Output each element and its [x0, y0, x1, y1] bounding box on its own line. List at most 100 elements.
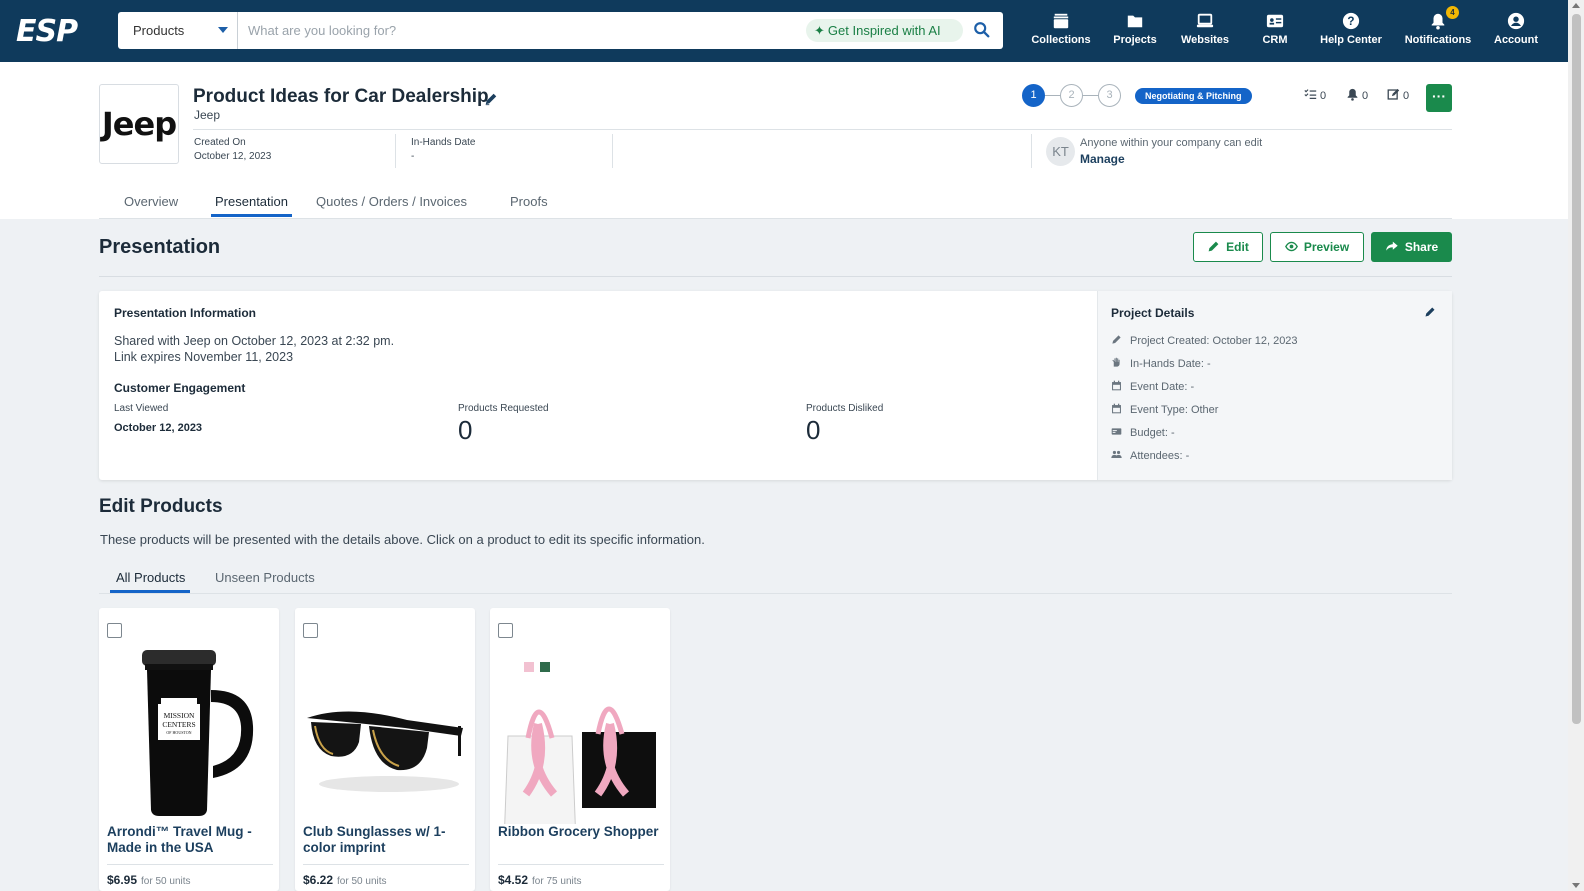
- tab-overview[interactable]: Overview: [124, 194, 178, 209]
- notes-counter[interactable]: 0: [1387, 88, 1409, 102]
- product-name[interactable]: Club Sunglasses w/ 1-color imprint: [303, 824, 469, 856]
- search-icon[interactable]: [973, 21, 991, 39]
- divider: [303, 864, 469, 865]
- product-image-grocery-bag: [504, 662, 656, 824]
- shared-text: Shared with Jeep on October 12, 2023 at …: [114, 334, 395, 348]
- step-1[interactable]: 1: [1022, 84, 1045, 107]
- notes-count: 0: [1403, 90, 1410, 102]
- step-2[interactable]: 2: [1060, 84, 1083, 107]
- edit-button[interactable]: Edit: [1193, 232, 1263, 262]
- mug-print-line: CENTERS: [162, 720, 195, 729]
- detail-text: In-Hands Date: -: [1130, 358, 1211, 370]
- in-hands-date-field: In-Hands Date -: [411, 137, 475, 162]
- product-card[interactable]: MISSION CENTERS OF HOUSTON Arrondi™ Trav…: [99, 608, 279, 891]
- manage-link[interactable]: Manage: [1080, 152, 1125, 166]
- bell-icon: [1431, 13, 1445, 30]
- page-scrollbar[interactable]: [1568, 0, 1584, 891]
- pencil-icon[interactable]: [484, 92, 498, 106]
- product-checkbox[interactable]: [107, 623, 122, 638]
- product-checkbox[interactable]: [303, 623, 318, 638]
- price-value: $6.22: [303, 873, 334, 887]
- nav-account[interactable]: Account: [1492, 12, 1540, 52]
- product-name[interactable]: Arrondi™ Travel Mug - Made in the USA: [107, 824, 273, 856]
- collections-icon: [1053, 13, 1069, 29]
- last-viewed-value: October 12, 2023: [114, 422, 203, 434]
- nav-crm[interactable]: CRM: [1258, 12, 1292, 52]
- scrollbar-thumb[interactable]: [1572, 14, 1581, 724]
- price-value: $4.52: [498, 873, 529, 887]
- get-inspired-ai-button[interactable]: ✦ Get Inspired with AI: [806, 19, 963, 42]
- tasks-counter[interactable]: 0: [1304, 88, 1326, 102]
- avatar: KT: [1046, 137, 1075, 166]
- esp-logo[interactable]: ESP: [16, 14, 92, 49]
- bell-icon: [1347, 88, 1358, 101]
- engagement-heading: Customer Engagement: [114, 381, 246, 395]
- expires-text: Link expires November 11, 2023: [114, 350, 294, 364]
- divider: [612, 134, 613, 168]
- step-connector: [1083, 95, 1098, 96]
- last-viewed-label: Last Viewed: [114, 403, 169, 414]
- more-actions-button[interactable]: ···: [1426, 84, 1452, 112]
- scroll-up-arrow-icon[interactable]: [1572, 3, 1580, 8]
- product-card[interactable]: Club Sunglasses w/ 1-color imprint $6.22…: [295, 608, 475, 891]
- tab-quotes-orders-invoices[interactable]: Quotes / Orders / Invoices: [316, 194, 467, 209]
- contact-card-icon: [1266, 14, 1284, 28]
- step-3[interactable]: 3: [1098, 84, 1121, 107]
- checklist-icon: [1304, 89, 1317, 99]
- divider: [498, 864, 664, 865]
- share-arrow-icon: [1386, 241, 1398, 251]
- hand-icon: [1112, 357, 1120, 367]
- product-name[interactable]: Ribbon Grocery Shopper: [498, 824, 664, 840]
- nav-label: Help Center: [1320, 34, 1382, 46]
- price-units: for 50 units: [141, 876, 191, 887]
- calendar-icon: [1112, 403, 1121, 414]
- divider: [193, 129, 1452, 130]
- divider: [107, 864, 273, 865]
- mug-print-line: OF HOUSTON: [166, 730, 191, 735]
- detail-text: Project Created: October 12, 2023: [1130, 335, 1298, 347]
- search-bar: Products ✦Get Inspired with AI: [118, 12, 1003, 49]
- product-image-sunglasses: [307, 711, 463, 792]
- nav-label: Account: [1494, 34, 1538, 46]
- product-checkbox[interactable]: [498, 623, 513, 638]
- info-heading: Presentation Information: [114, 306, 257, 320]
- client-name: Jeep: [194, 108, 221, 122]
- active-tab-indicator: [110, 590, 190, 593]
- price-value: $6.95: [107, 873, 138, 887]
- product-price: $6.95 for 50 units: [107, 873, 191, 887]
- preview-button[interactable]: Preview: [1270, 232, 1364, 262]
- status-badge: Negotiating & Pitching: [1135, 88, 1252, 104]
- eye-icon: [1284, 241, 1298, 252]
- in-hands-label: In-Hands Date: [411, 137, 476, 148]
- alerts-counter[interactable]: 0: [1346, 88, 1368, 102]
- tab-all-products[interactable]: All Products: [116, 570, 185, 585]
- search-input[interactable]: [248, 18, 798, 43]
- product-filter-tabs: All Products Unseen Products: [99, 566, 1452, 594]
- section-title: Presentation: [99, 236, 221, 258]
- nav-help-center[interactable]: ? Help Center: [1318, 12, 1384, 52]
- notification-count-badge: 4: [1446, 6, 1459, 19]
- edit-products-description: These products will be presented with th…: [100, 532, 705, 547]
- nav-label: Projects: [1113, 34, 1157, 46]
- tab-presentation[interactable]: Presentation: [215, 194, 288, 209]
- share-button[interactable]: Share: [1371, 232, 1452, 262]
- product-card[interactable]: Ribbon Grocery Shopper $4.52 for 75 units: [490, 608, 670, 891]
- detail-text: Budget: -: [1130, 427, 1175, 439]
- nav-websites[interactable]: Websites: [1180, 12, 1230, 52]
- nav-notifications[interactable]: 4 Notifications: [1402, 6, 1474, 52]
- mug-print-logo: MISSION CENTERS OF HOUSTON: [162, 711, 195, 735]
- product-price: $4.52 for 75 units: [498, 873, 582, 887]
- tab-proofs[interactable]: Proofs: [510, 194, 548, 209]
- search-scope-dropdown[interactable]: Products: [118, 12, 238, 49]
- note-edit-icon: [1387, 88, 1400, 100]
- nav-projects[interactable]: Projects: [1110, 12, 1160, 52]
- tasks-count: 0: [1320, 90, 1327, 102]
- tab-unseen-products[interactable]: Unseen Products: [215, 570, 315, 585]
- pencil-icon[interactable]: [1424, 306, 1436, 318]
- laptop-icon: [1196, 13, 1214, 28]
- sparkle-icon: ✦: [814, 23, 825, 38]
- people-icon: [1111, 450, 1122, 458]
- nav-collections[interactable]: Collections: [1030, 12, 1092, 52]
- scroll-down-arrow-icon[interactable]: [1572, 883, 1580, 888]
- nav-label: CRM: [1262, 34, 1288, 46]
